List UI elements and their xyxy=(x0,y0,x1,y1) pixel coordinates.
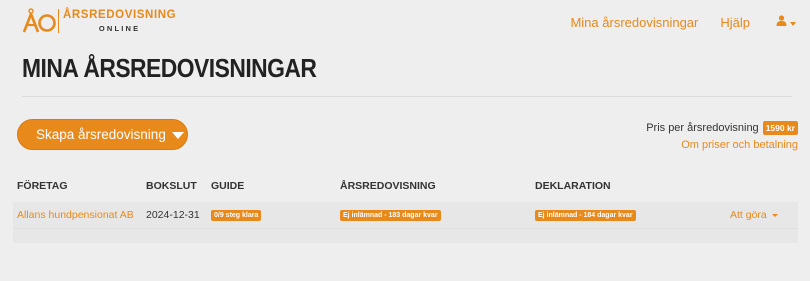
table-row: Allans hundpensionat AB 2024-12-31 0/9 s… xyxy=(13,202,798,228)
user-icon xyxy=(776,13,787,31)
top-bar: ÅRSREDOVISNING ONLINE Mina årsredovisnin… xyxy=(0,0,810,44)
logo-subtitle: ONLINE xyxy=(98,23,141,33)
nav-help-link[interactable]: Hjälp xyxy=(720,15,750,30)
todo-dropdown[interactable]: Att göra xyxy=(730,209,778,221)
company-link[interactable]: Allans hundpensionat AB xyxy=(17,209,134,221)
header-closing-date: BOKSLUT xyxy=(146,180,197,192)
header-guide: GUIDE xyxy=(211,180,245,192)
reports-table: FÖRETAG BOKSLUT GUIDE ÅRSREDOVISNING DEK… xyxy=(13,170,798,243)
header-declaration: DEKLARATION xyxy=(535,180,611,192)
caret-down-icon xyxy=(171,131,184,139)
guide-status-badge: 0/9 steg klara xyxy=(211,209,262,221)
closing-date: 2024-12-31 xyxy=(146,209,200,221)
user-menu-button[interactable] xyxy=(776,13,796,31)
annual-report-status-badge: Ej inlämnad - 183 dagar kvar xyxy=(340,209,441,221)
pricing-info-link[interactable]: Om priser och betalning xyxy=(681,139,798,151)
logo-divider xyxy=(58,9,59,33)
logo-title: ÅRSREDOVISNING xyxy=(63,9,177,21)
divider xyxy=(22,96,792,97)
nav-my-reports-link[interactable]: Mina årsredovisningar xyxy=(570,15,698,30)
main-nav: Mina årsredovisningar Hjälp xyxy=(570,13,796,31)
price-badge: 1590 kr xyxy=(762,121,798,135)
create-report-button[interactable]: Skapa årsredovisning xyxy=(17,119,188,150)
price-info: Pris per årsredovisning 1590 kr xyxy=(646,121,798,135)
logo-text: ÅRSREDOVISNING ONLINE xyxy=(63,9,177,33)
chevron-down-icon xyxy=(790,21,796,26)
table-header: FÖRETAG BOKSLUT GUIDE ÅRSREDOVISNING DEK… xyxy=(13,170,798,202)
price-label: Pris per årsredovisning xyxy=(646,122,759,134)
header-company: FÖRETAG xyxy=(17,180,68,192)
create-report-label: Skapa årsredovisning xyxy=(36,127,166,142)
todo-label: Att göra xyxy=(730,209,767,221)
header-annual-report: ÅRSREDOVISNING xyxy=(340,180,436,192)
logo[interactable]: ÅRSREDOVISNING ONLINE xyxy=(22,8,176,34)
declaration-status-badge: Ej inlämnad - 184 dagar kvar xyxy=(535,209,636,221)
table-footer xyxy=(13,228,798,243)
page-title: MINA ÅRSREDOVISNINGAR xyxy=(22,53,317,83)
logo-mark xyxy=(22,8,56,34)
chevron-down-icon xyxy=(771,213,778,217)
